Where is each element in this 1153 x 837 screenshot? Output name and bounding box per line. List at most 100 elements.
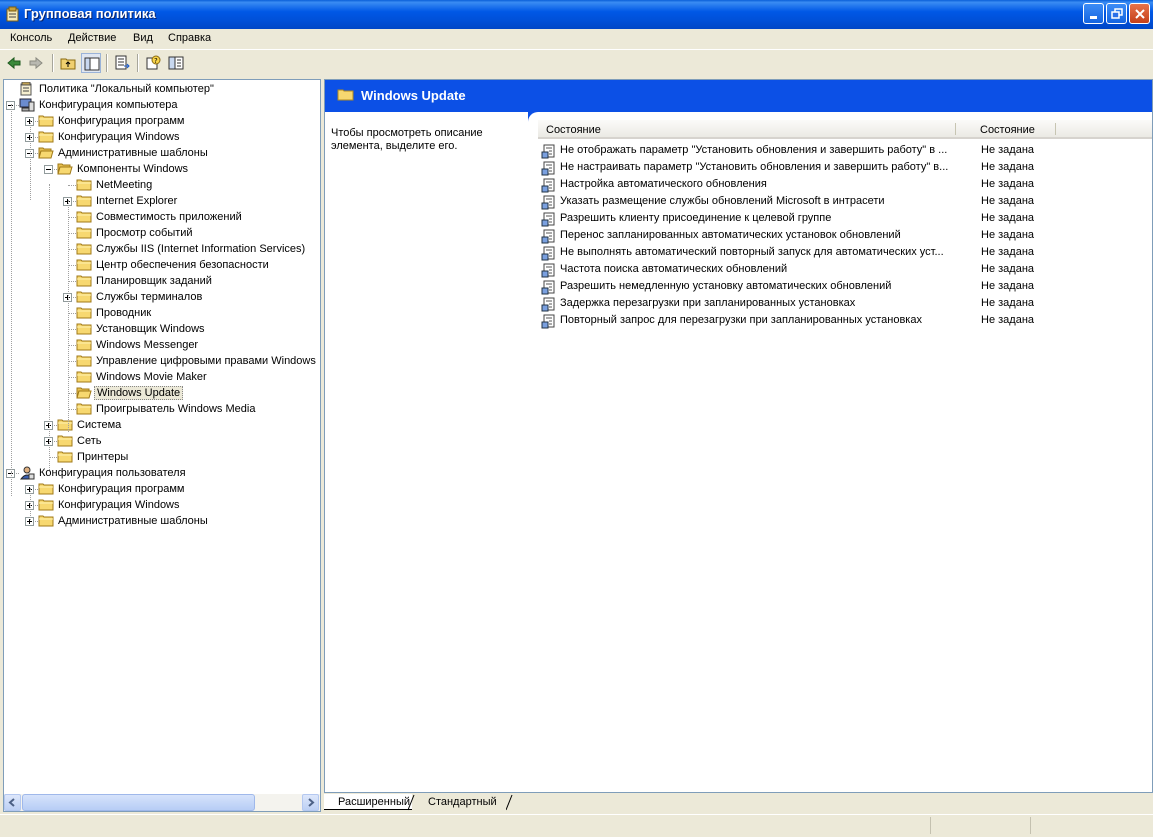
tab-standard-label: Стандартный	[428, 796, 497, 808]
tree-item-label: Проводник	[96, 307, 152, 319]
show-hide-tree-icon	[84, 57, 100, 71]
menu-console[interactable]: Консоль	[10, 32, 52, 44]
properties-button[interactable]	[166, 53, 186, 73]
tree-item-label: Просмотр событий	[96, 227, 193, 239]
tab-standard[interactable]: Стандартный	[416, 794, 512, 810]
arrow-right-icon	[308, 798, 315, 807]
restore-button[interactable]	[1106, 3, 1127, 24]
tree-item-label: Конфигурация пользователя	[39, 467, 186, 479]
tree-uc-windows[interactable]: Конфигурация Windows	[4, 497, 320, 513]
tree-component-9[interactable]: Установщик Windows	[4, 321, 320, 337]
policy-row[interactable]: Настройка автоматического обновления Не з…	[541, 176, 1141, 193]
policy-state: Не задана	[981, 161, 1035, 173]
folder-icon	[76, 338, 92, 352]
policy-name: Не отображать параметр "Установить обнов…	[560, 144, 948, 156]
console-tree[interactable]: Политика "Локальный компьютер" Конфигурац…	[3, 79, 321, 812]
menu-view[interactable]: Вид	[133, 32, 153, 44]
tree-horizontal-scrollbar[interactable]	[4, 794, 320, 811]
tree-guide-line	[68, 200, 70, 432]
forward-button[interactable]	[26, 53, 46, 73]
tree-printers[interactable]: Принтеры	[4, 449, 320, 465]
tree-component-13[interactable]: Windows Update	[4, 385, 320, 401]
tree-system[interactable]: Система	[4, 417, 320, 433]
tree-component-6[interactable]: Планировщик заданий	[4, 273, 320, 289]
back-button[interactable]	[4, 53, 24, 73]
tree-item-label: Совместимость приложений	[96, 211, 242, 223]
close-icon	[1135, 9, 1145, 19]
policy-state: Не задана	[981, 195, 1035, 207]
tree-component-1[interactable]: Internet Explorer	[4, 193, 320, 209]
minimize-button[interactable]	[1083, 3, 1104, 24]
policy-row[interactable]: Указать размещение службы обновлений Mic…	[541, 193, 1141, 210]
scroll-left-button[interactable]	[4, 794, 21, 811]
folder-open-icon	[76, 386, 92, 400]
details-header: Windows Update	[325, 80, 1152, 112]
policy-state: Не задана	[981, 246, 1035, 258]
group-policy-app-icon	[6, 6, 19, 22]
tree-item-label: Службы терминалов	[96, 291, 203, 303]
export-list-icon	[115, 55, 130, 70]
menu-bar: Консоль Действие Вид Справка	[0, 29, 1153, 49]
menu-help[interactable]: Справка	[168, 32, 211, 44]
tree-cc-programs[interactable]: Конфигурация программ	[4, 113, 320, 129]
policy-name: Не выполнять автоматический повторный за…	[560, 246, 944, 258]
tree-component-11[interactable]: Управление цифровыми правами Windows	[4, 353, 320, 369]
close-button[interactable]	[1129, 3, 1150, 24]
tree-component-14[interactable]: Проигрыватель Windows Media	[4, 401, 320, 417]
computer-icon	[19, 98, 35, 112]
properties-icon	[168, 56, 184, 70]
policy-name: Настройка автоматического обновления	[560, 178, 767, 190]
help-button[interactable]: ?	[143, 53, 163, 73]
tree-cc-windows[interactable]: Конфигурация Windows	[4, 129, 320, 145]
folder-icon	[76, 194, 92, 208]
scroll-thumb[interactable]	[22, 794, 255, 811]
tree-component-4[interactable]: Службы IIS (Internet Information Service…	[4, 241, 320, 257]
scroll-right-button[interactable]	[302, 794, 319, 811]
policy-row[interactable]: Повторный запрос для перезагрузки при за…	[541, 312, 1141, 329]
tree-uc-admin-templates[interactable]: Административные шаблоны	[4, 513, 320, 529]
policy-row[interactable]: Не выполнять автоматический повторный за…	[541, 244, 1141, 261]
forward-icon	[29, 56, 43, 70]
show-hide-tree-button[interactable]	[81, 53, 101, 73]
folder-icon	[76, 210, 92, 224]
policy-state: Не задана	[981, 297, 1035, 309]
tree-component-12[interactable]: Windows Movie Maker	[4, 369, 320, 385]
policy-row[interactable]: Задержка перезагрузки при запланированны…	[541, 295, 1141, 312]
up-one-level-button[interactable]	[58, 53, 78, 73]
column-header-state[interactable]: Состояние	[956, 120, 1056, 139]
menu-action[interactable]: Действие	[68, 32, 116, 44]
tree-root-policy[interactable]: Политика "Локальный компьютер"	[4, 81, 320, 97]
tree-computer-config[interactable]: Конфигурация компьютера	[4, 97, 320, 113]
tree-network[interactable]: Сеть	[4, 433, 320, 449]
policy-row[interactable]: Не отображать параметр "Установить обнов…	[541, 142, 1141, 159]
policy-name: Разрешить немедленную установку автомати…	[560, 280, 892, 292]
tree-component-5[interactable]: Центр обеспечения безопасности	[4, 257, 320, 273]
tree-component-8[interactable]: Проводник	[4, 305, 320, 321]
details-pane: Windows Update Чтобы просмотреть описани…	[324, 79, 1153, 793]
status-separator	[1030, 817, 1032, 834]
export-list-button[interactable]	[112, 53, 132, 73]
tree-user-config[interactable]: Конфигурация пользователя	[4, 465, 320, 481]
policy-state: Не задана	[981, 229, 1035, 241]
tree-item-label: Политика "Локальный компьютер"	[39, 83, 214, 95]
policy-name: Перенос запланированных автоматических у…	[560, 229, 901, 241]
tab-extended[interactable]: Расширенный	[324, 794, 412, 810]
tree-component-7[interactable]: Службы терминалов	[4, 289, 320, 305]
tree-item-label: Конфигурация программ	[58, 483, 185, 495]
policy-row[interactable]: Частота поиска автоматических обновлений…	[541, 261, 1141, 278]
tree-uc-programs[interactable]: Конфигурация программ	[4, 481, 320, 497]
tree-component-10[interactable]: Windows Messenger	[4, 337, 320, 353]
tree-component-3[interactable]: Просмотр событий	[4, 225, 320, 241]
column-header-setting[interactable]: Состояние	[538, 120, 956, 139]
tree-component-2[interactable]: Совместимость приложений	[4, 209, 320, 225]
tree-windows-components[interactable]: Компоненты Windows	[4, 161, 320, 177]
tree-component-0[interactable]: NetMeeting	[4, 177, 320, 193]
policy-row[interactable]: Перенос запланированных автоматических у…	[541, 227, 1141, 244]
policy-row[interactable]: Разрешить немедленную установку автомати…	[541, 278, 1141, 295]
folder-icon	[76, 274, 92, 288]
policy-name: Разрешить клиенту присоединение к целево…	[560, 212, 832, 224]
tree-cc-admin-templates[interactable]: Административные шаблоны	[4, 145, 320, 161]
policy-row[interactable]: Разрешить клиенту присоединение к целево…	[541, 210, 1141, 227]
collapse-icon[interactable]	[44, 165, 53, 174]
policy-row[interactable]: Не настраивать параметр "Установить обно…	[541, 159, 1141, 176]
